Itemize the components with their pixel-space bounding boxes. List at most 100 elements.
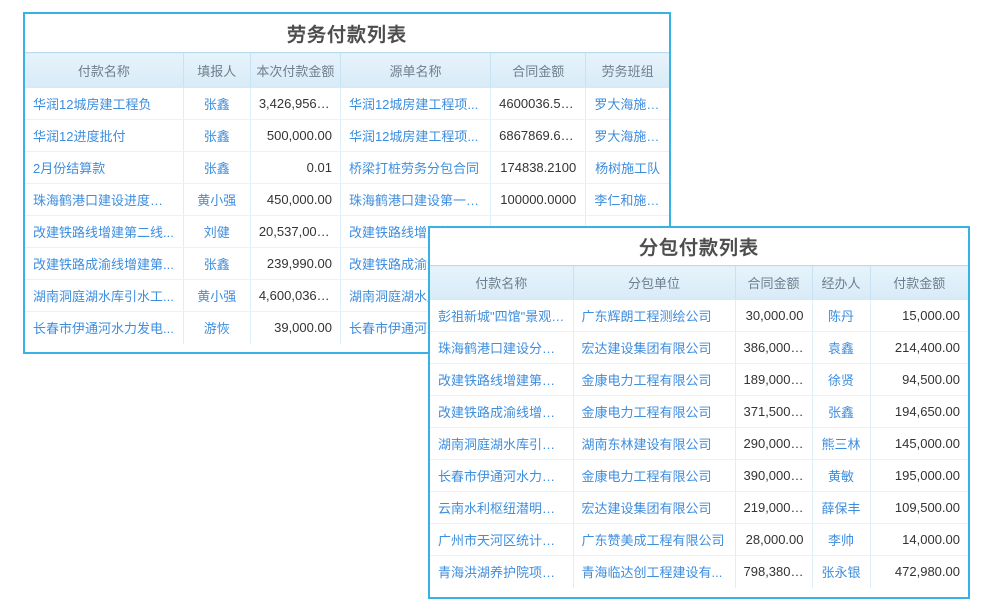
table-row: 云南水利枢纽潜明水库...宏达建设集团有限公司219,000.00薛保丰109,… bbox=[430, 492, 968, 524]
cell-link[interactable]: 金康电力工程有限公司 bbox=[573, 396, 735, 428]
cell-value: 109,500.00 bbox=[870, 492, 968, 524]
cell-link[interactable]: 黄敏 bbox=[812, 460, 870, 492]
cell-value: 4600036.57... bbox=[491, 88, 586, 120]
cell-value: 798,380.00 bbox=[735, 556, 812, 588]
cell-value: 500,000.00 bbox=[250, 120, 340, 152]
cell-link[interactable]: 罗大海施工队 bbox=[586, 120, 669, 152]
cell-link[interactable]: 李仁和施工队 bbox=[586, 184, 669, 216]
table-row: 2月份结算款张鑫0.01桥梁打桩劳务分包合同174838.2100杨树施工队 bbox=[25, 152, 669, 184]
cell-link[interactable]: 袁鑫 bbox=[812, 332, 870, 364]
cell-link[interactable]: 刘健 bbox=[183, 216, 250, 248]
table-row: 珠海鹤港口建设分包合...宏达建设集团有限公司386,000.00袁鑫214,4… bbox=[430, 332, 968, 364]
cell-link[interactable]: 张鑫 bbox=[183, 88, 250, 120]
table-row: 珠海鹤港口建设进度付款黄小强450,000.00珠海鹤港口建设第一期...100… bbox=[25, 184, 669, 216]
column-header: 本次付款金额 bbox=[250, 53, 340, 88]
cell-value: 189,000.00 bbox=[735, 364, 812, 396]
cell-link[interactable]: 青海洪湖养护院项目分... bbox=[430, 556, 573, 588]
column-header: 付款金额 bbox=[870, 266, 968, 300]
column-header: 付款名称 bbox=[25, 53, 183, 88]
cell-link[interactable]: 广东赞美成工程有限公司 bbox=[573, 524, 735, 556]
cell-link[interactable]: 游恢 bbox=[183, 312, 250, 344]
table-row: 华润12进度批付张鑫500,000.00华润12城房建工程项...6867869… bbox=[25, 120, 669, 152]
cell-link[interactable]: 彭祖新城"四馆"景观工... bbox=[430, 300, 573, 332]
cell-value: 94,500.00 bbox=[870, 364, 968, 396]
cell-link[interactable]: 徐贤 bbox=[812, 364, 870, 396]
cell-value: 28,000.00 bbox=[735, 524, 812, 556]
cell-link[interactable]: 改建铁路线增建第二线... bbox=[25, 216, 183, 248]
cell-link[interactable]: 薛保丰 bbox=[812, 492, 870, 524]
cell-link[interactable]: 广东辉朗工程测绘公司 bbox=[573, 300, 735, 332]
cell-link[interactable]: 珠海鹤港口建设进度付款 bbox=[25, 184, 183, 216]
cell-value: 39,000.00 bbox=[250, 312, 340, 344]
cell-link[interactable]: 云南水利枢纽潜明水库... bbox=[430, 492, 573, 524]
cell-link[interactable]: 杨树施工队 bbox=[586, 152, 669, 184]
subcontract-header-row: 付款名称分包单位合同金额经办人付款金额 bbox=[430, 266, 968, 300]
column-header: 劳务班组 bbox=[586, 53, 669, 88]
labor-header-row: 付款名称填报人本次付款金额源单名称合同金额劳务班组 bbox=[25, 53, 669, 88]
table-row: 华润12城房建工程负张鑫3,426,956.57华润12城房建工程项...460… bbox=[25, 88, 669, 120]
cell-link[interactable]: 张鑫 bbox=[183, 120, 250, 152]
cell-link[interactable]: 金康电力工程有限公司 bbox=[573, 364, 735, 396]
cell-value: 290,000.00 bbox=[735, 428, 812, 460]
table-row: 长春市伊通河水力发电...金康电力工程有限公司390,000.00黄敏195,0… bbox=[430, 460, 968, 492]
cell-value: 472,980.00 bbox=[870, 556, 968, 588]
cell-link[interactable]: 长春市伊通河水力发电... bbox=[430, 460, 573, 492]
cell-value: 4,600,036.57 bbox=[250, 280, 340, 312]
cell-link[interactable]: 李帅 bbox=[812, 524, 870, 556]
cell-link[interactable]: 湖南洞庭湖水库引水工... bbox=[430, 428, 573, 460]
cell-link[interactable]: 华润12城房建工程负 bbox=[25, 88, 183, 120]
cell-value: 195,000.00 bbox=[870, 460, 968, 492]
cell-value: 15,000.00 bbox=[870, 300, 968, 332]
cell-value: 30,000.00 bbox=[735, 300, 812, 332]
labor-payment-title: 劳务付款列表 bbox=[25, 14, 669, 52]
cell-link[interactable]: 陈丹 bbox=[812, 300, 870, 332]
cell-link[interactable]: 桥梁打桩劳务分包合同 bbox=[340, 152, 490, 184]
table-row: 改建铁路成渝线增建第...金康电力工程有限公司371,500.00张鑫194,6… bbox=[430, 396, 968, 428]
column-header: 付款名称 bbox=[430, 266, 573, 300]
cell-link[interactable]: 青海临达创工程建设有... bbox=[573, 556, 735, 588]
cell-link[interactable]: 张永银 bbox=[812, 556, 870, 588]
cell-link[interactable]: 宏达建设集团有限公司 bbox=[573, 492, 735, 524]
cell-link[interactable]: 湖南洞庭湖水库引水工... bbox=[25, 280, 183, 312]
cell-link[interactable]: 改建铁路成渝线增建第... bbox=[25, 248, 183, 280]
cell-link[interactable]: 华润12进度批付 bbox=[25, 120, 183, 152]
cell-link[interactable]: 罗大海施工队 bbox=[586, 88, 669, 120]
cell-link[interactable]: 2月份结算款 bbox=[25, 152, 183, 184]
cell-link[interactable]: 改建铁路线增建第二线... bbox=[430, 364, 573, 396]
cell-value: 371,500.00 bbox=[735, 396, 812, 428]
cell-link[interactable]: 长春市伊通河水力发电... bbox=[25, 312, 183, 344]
column-header: 合同金额 bbox=[491, 53, 586, 88]
cell-link[interactable]: 湖南东林建设有限公司 bbox=[573, 428, 735, 460]
cell-link[interactable]: 华润12城房建工程项... bbox=[340, 88, 490, 120]
cell-value: 174838.2100 bbox=[491, 152, 586, 184]
cell-link[interactable]: 珠海鹤港口建设分包合... bbox=[430, 332, 573, 364]
cell-link[interactable]: 珠海鹤港口建设第一期... bbox=[340, 184, 490, 216]
cell-link[interactable]: 广州市天河区统计局机... bbox=[430, 524, 573, 556]
column-header: 分包单位 bbox=[573, 266, 735, 300]
table-row: 彭祖新城"四馆"景观工...广东辉朗工程测绘公司30,000.00陈丹15,00… bbox=[430, 300, 968, 332]
cell-value: 145,000.00 bbox=[870, 428, 968, 460]
cell-link[interactable]: 黄小强 bbox=[183, 280, 250, 312]
cell-link[interactable]: 张鑫 bbox=[812, 396, 870, 428]
cell-value: 219,000.00 bbox=[735, 492, 812, 524]
cell-link[interactable]: 改建铁路成渝线增建第... bbox=[430, 396, 573, 428]
cell-value: 6867869.68... bbox=[491, 120, 586, 152]
subcontract-payment-title: 分包付款列表 bbox=[430, 228, 968, 265]
table-row: 湖南洞庭湖水库引水工...湖南东林建设有限公司290,000.00熊三林145,… bbox=[430, 428, 968, 460]
cell-value: 239,990.00 bbox=[250, 248, 340, 280]
cell-link[interactable]: 张鑫 bbox=[183, 152, 250, 184]
cell-link[interactable]: 张鑫 bbox=[183, 248, 250, 280]
cell-value: 3,426,956.57 bbox=[250, 88, 340, 120]
column-header: 源单名称 bbox=[340, 53, 490, 88]
cell-link[interactable]: 熊三林 bbox=[812, 428, 870, 460]
cell-value: 14,000.00 bbox=[870, 524, 968, 556]
cell-value: 386,000.00 bbox=[735, 332, 812, 364]
cell-link[interactable]: 华润12城房建工程项... bbox=[340, 120, 490, 152]
cell-link[interactable]: 黄小强 bbox=[183, 184, 250, 216]
cell-link[interactable]: 宏达建设集团有限公司 bbox=[573, 332, 735, 364]
table-row: 广州市天河区统计局机...广东赞美成工程有限公司28,000.00李帅14,00… bbox=[430, 524, 968, 556]
cell-link[interactable]: 金康电力工程有限公司 bbox=[573, 460, 735, 492]
column-header: 合同金额 bbox=[735, 266, 812, 300]
cell-value: 194,650.00 bbox=[870, 396, 968, 428]
subcontract-payment-window: 分包付款列表 付款名称分包单位合同金额经办人付款金额 彭祖新城"四馆"景观工..… bbox=[428, 226, 970, 599]
